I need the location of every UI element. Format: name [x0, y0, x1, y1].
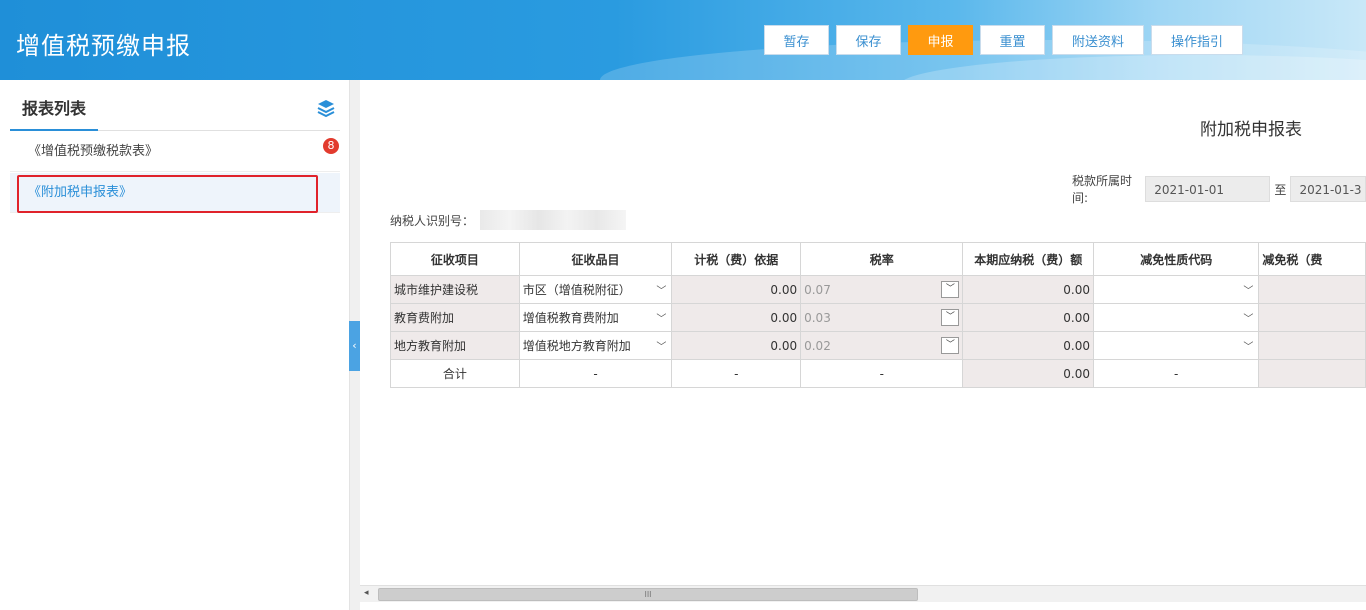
period-end-input[interactable]: 2021-01-3 — [1290, 176, 1366, 202]
table-header-row: 征收项目 征收品目 计税（费）依据 税率 本期应纳税（费）额 减免性质代码 减免… — [390, 242, 1366, 276]
attach-materials-button[interactable]: 附送资料 — [1052, 25, 1144, 55]
chevron-down-icon: ﹀ — [941, 337, 960, 354]
basis-cell[interactable]: 0.00 — [671, 275, 802, 304]
declare-button[interactable]: 申报 — [908, 25, 973, 55]
rate-value: 0.07 — [804, 282, 831, 297]
taxpayer-id-label: 纳税人识别号： — [390, 213, 475, 228]
column-header: 征收品目 — [518, 242, 673, 276]
levy-item-cell: 教育费附加 — [390, 303, 520, 332]
chevron-down-icon: ﹀ — [941, 309, 960, 326]
collapse-panel-button[interactable]: ‹ — [349, 321, 360, 371]
column-header: 计税（费）依据 — [671, 242, 802, 276]
scroll-left-icon[interactable]: ◂ — [364, 588, 369, 598]
levy-item-cell: 地方教育附加 — [390, 331, 520, 360]
rate-select[interactable]: 0.03 ﹀ — [800, 303, 964, 332]
rate-select[interactable]: 0.07 ﹀ — [800, 275, 964, 304]
selection-highlight — [17, 175, 318, 213]
horizontal-scrollbar[interactable]: ◂ III — [360, 585, 1366, 602]
category-select[interactable]: 增值税教育费附加 ﹀ — [518, 303, 673, 332]
table-row: 城市维护建设税 市区（增值税附征） ﹀ 0.00 0.07 ﹀ 0.00 ﹀ — [390, 275, 1366, 304]
reduction-code-select[interactable]: ﹀ — [1093, 275, 1260, 304]
chevron-down-icon: ﹀ — [1243, 314, 1254, 325]
save-button[interactable]: 保存 — [836, 25, 901, 55]
payable-cell: 0.00 — [962, 331, 1095, 360]
notification-badge: 8 — [323, 138, 339, 154]
chevron-down-icon: ﹀ — [656, 286, 667, 297]
total-reduction-amount — [1258, 359, 1366, 388]
reduction-amount-cell[interactable] — [1258, 303, 1366, 332]
surtax-table: 征收项目 征收品目 计税（费）依据 税率 本期应纳税（费）额 减免性质代码 减免… — [390, 242, 1366, 388]
rate-value: 0.02 — [804, 338, 831, 353]
basis-cell[interactable]: 0.00 — [671, 303, 802, 332]
basis-cell[interactable]: 0.00 — [671, 331, 802, 360]
period-start-input[interactable]: 2021-01-01 — [1145, 176, 1271, 202]
form-area: 附加税申报表 税款所属时间: 2021-01-01 至 2021-01-3 纳税… — [360, 80, 1366, 610]
reduction-amount-cell[interactable] — [1258, 275, 1366, 304]
operation-guide-button[interactable]: 操作指引 — [1151, 25, 1243, 55]
column-header: 减免税（费 — [1258, 242, 1366, 276]
taxpayer-id-value-redacted — [480, 210, 627, 230]
table-row: 地方教育附加 增值税地方教育附加 ﹀ 0.00 0.02 ﹀ 0.00 ﹀ — [390, 331, 1366, 360]
category-select[interactable]: 增值税地方教育附加 ﹀ — [518, 331, 673, 360]
reduction-code-select[interactable]: ﹀ — [1093, 303, 1260, 332]
report-item-label: 《增值税预缴税款表》 — [28, 144, 159, 159]
category-select[interactable]: 市区（增值税附征） ﹀ — [518, 275, 673, 304]
reduction-amount-cell[interactable] — [1258, 331, 1366, 360]
column-header: 本期应纳税（费）额 — [962, 242, 1095, 276]
reduction-code-select[interactable]: ﹀ — [1093, 331, 1260, 360]
taxpayer-id: 纳税人识别号： — [390, 210, 627, 230]
scrollbar-thumb[interactable]: III — [378, 588, 918, 601]
rate-select[interactable]: 0.02 ﹀ — [800, 331, 964, 360]
toolbar: 暂存 保存 申报 重置 附送资料 操作指引 — [764, 25, 1243, 55]
total-rate: - — [800, 359, 964, 388]
total-category: - — [518, 359, 673, 388]
payable-cell: 0.00 — [962, 303, 1095, 332]
total-label: 合计 — [390, 359, 520, 388]
total-payable: 0.00 — [962, 359, 1095, 388]
total-reduction-code: - — [1093, 359, 1260, 388]
tax-period: 税款所属时间: 2021-01-01 至 2021-01-3 — [1072, 172, 1366, 206]
chevron-down-icon: ﹀ — [656, 342, 667, 353]
payable-cell: 0.00 — [962, 275, 1095, 304]
column-header: 征收项目 — [390, 242, 520, 276]
layers-icon[interactable] — [316, 98, 336, 118]
app-header: 增值税预缴申报 暂存 保存 申报 重置 附送资料 操作指引 — [0, 0, 1366, 80]
total-basis: - — [671, 359, 802, 388]
reset-button[interactable]: 重置 — [980, 25, 1045, 55]
report-list-header: 报表列表 — [10, 80, 340, 131]
form-title: 附加税申报表 — [1200, 120, 1302, 140]
table-total-row: 合计 - - - 0.00 - — [390, 359, 1366, 388]
column-header: 减免性质代码 — [1093, 242, 1260, 276]
category-value: 增值税地方教育附加 — [522, 339, 631, 353]
period-to-label: 至 — [1274, 182, 1287, 197]
chevron-down-icon: ﹀ — [1243, 342, 1254, 353]
chevron-left-icon: ‹ — [352, 339, 357, 352]
category-value: 增值税教育费附加 — [522, 311, 619, 325]
report-item-prepaid-tax[interactable]: 《增值税预缴税款表》 8 — [10, 132, 340, 172]
chevron-down-icon: ﹀ — [941, 281, 960, 298]
app-title: 增值税预缴申报 — [16, 32, 191, 60]
report-list-title: 报表列表 — [10, 80, 98, 131]
chevron-down-icon: ﹀ — [1243, 286, 1254, 297]
scrollbar-grip: III — [644, 590, 652, 599]
rate-value: 0.03 — [804, 310, 831, 325]
column-header: 税率 — [800, 242, 964, 276]
chevron-down-icon: ﹀ — [656, 314, 667, 325]
levy-item-cell: 城市维护建设税 — [390, 275, 520, 304]
category-value: 市区（增值税附征） — [522, 283, 631, 297]
temp-save-button[interactable]: 暂存 — [764, 25, 829, 55]
period-label: 税款所属时间: — [1072, 174, 1133, 205]
table-row: 教育费附加 增值税教育费附加 ﹀ 0.00 0.03 ﹀ 0.00 ﹀ — [390, 303, 1366, 332]
report-list-panel: 报表列表 《增值税预缴税款表》 8 《附加税申报表》 — [0, 80, 350, 610]
